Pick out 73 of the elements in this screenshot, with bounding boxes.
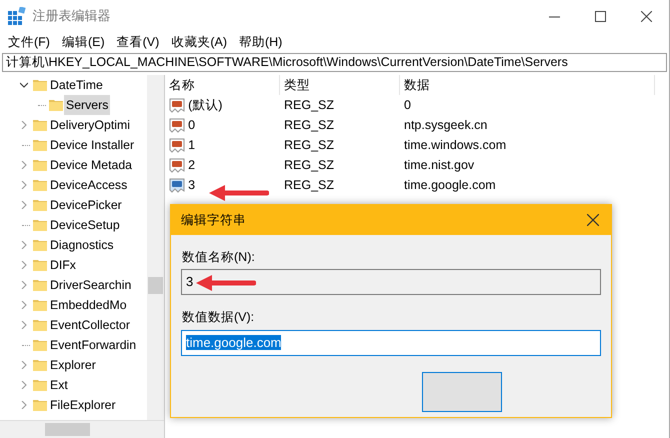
arrow-annotation: [194, 274, 256, 292]
tree-item[interactable]: DriverSearchin: [48, 275, 134, 296]
value-data-field[interactable]: time.google.com: [181, 330, 601, 356]
table-cell: REG_SZ: [284, 98, 334, 112]
menu-item[interactable]: 收藏夹(A): [165, 32, 233, 52]
tree-item[interactable]: EmbeddedMo: [48, 295, 129, 316]
table-cell: 0: [404, 98, 411, 112]
address-bar[interactable]: 计算机\HKEY_LOCAL_MACHINE\SOFTWARE\Microsoft\Windows\CurrentVersion\DateTime\Servers: [2, 53, 667, 72]
folder-icon: [32, 237, 48, 254]
table-cell: REG_SZ: [284, 178, 334, 192]
menu-item[interactable]: 查看(V): [110, 32, 166, 52]
window-title: 注册表编辑器: [32, 7, 110, 26]
vertical-scrollbar[interactable]: [147, 75, 164, 420]
folder-icon: [32, 157, 48, 174]
tree-item[interactable]: DeviceAccess: [48, 175, 130, 196]
table-cell: time.nist.gov: [404, 158, 474, 172]
close-icon[interactable]: [586, 214, 598, 226]
tree-item[interactable]: Device Installer: [48, 135, 136, 156]
folder-icon: [32, 197, 48, 214]
tree-item[interactable]: DateTime: [48, 75, 105, 96]
table-cell: time.windows.com: [404, 138, 506, 152]
table-cell: time.google.com: [404, 178, 496, 192]
table-cell-text: 3: [188, 177, 196, 194]
column-header[interactable]: 数据: [400, 75, 655, 96]
folder-icon: [32, 117, 48, 134]
table-cell: REG_SZ: [284, 158, 334, 172]
tree-item[interactable]: Device Metada: [48, 155, 134, 176]
tree-item[interactable]: EventCollector: [48, 315, 132, 336]
column-header[interactable]: 名称: [165, 75, 280, 96]
folder-icon: [32, 177, 48, 194]
tree-item[interactable]: DevicePicker: [48, 195, 124, 216]
column-header[interactable]: 类型: [280, 75, 400, 96]
menu-item[interactable]: 帮助(H): [232, 32, 288, 52]
dialog-title: 编辑字符串: [181, 212, 246, 229]
folder-icon: [32, 217, 48, 234]
tree-item[interactable]: Ext: [48, 375, 70, 396]
folder-icon: [32, 277, 48, 294]
folder-icon: [32, 377, 48, 394]
tree-item[interactable]: Servers: [64, 95, 110, 116]
tree-item[interactable]: DIFx: [48, 255, 78, 276]
folder-icon: [32, 317, 48, 334]
value-name-label: 数值名称(N):: [182, 248, 256, 266]
tree-item[interactable]: Explorer: [48, 355, 98, 376]
folder-icon: [32, 257, 48, 274]
folder-icon: [32, 337, 48, 354]
table-cell: ntp.sysgeek.cn: [404, 118, 488, 132]
folder-icon: [48, 97, 64, 114]
tree-item[interactable]: EventForwardin: [48, 335, 138, 356]
table-cell: REG_SZ: [284, 118, 334, 132]
tree-item[interactable]: DeviceSetup: [48, 215, 122, 236]
maximize-icon[interactable]: [594, 10, 606, 22]
registry-icon: [8, 7, 26, 25]
folder-icon: [32, 297, 48, 314]
dialog-button[interactable]: [422, 372, 502, 412]
folder-icon: [32, 397, 48, 414]
menu-item[interactable]: 文件(F): [2, 32, 56, 52]
table-cell: REG_SZ: [284, 138, 334, 152]
tree-item[interactable]: Diagnostics: [48, 235, 116, 256]
folder-icon: [32, 137, 48, 154]
value-data-label: 数值数据(V):: [182, 308, 256, 326]
close-icon[interactable]: [640, 10, 652, 22]
table-cell-text: (默认): [188, 97, 222, 114]
horizontal-scrollbar[interactable]: [0, 420, 164, 438]
menu-item[interactable]: 编辑(E): [56, 32, 111, 52]
table-cell-text: 1: [188, 137, 196, 154]
tree-item[interactable]: FileExplorer: [48, 395, 118, 416]
tree-item[interactable]: DeliveryOptimi: [48, 115, 132, 136]
arrow-annotation: [207, 184, 269, 202]
value-name-field[interactable]: 3: [181, 269, 601, 296]
table-cell-text: 2: [188, 157, 196, 174]
folder-icon: [32, 77, 48, 94]
folder-icon: [32, 357, 48, 374]
table-cell-text: 0: [188, 117, 196, 134]
